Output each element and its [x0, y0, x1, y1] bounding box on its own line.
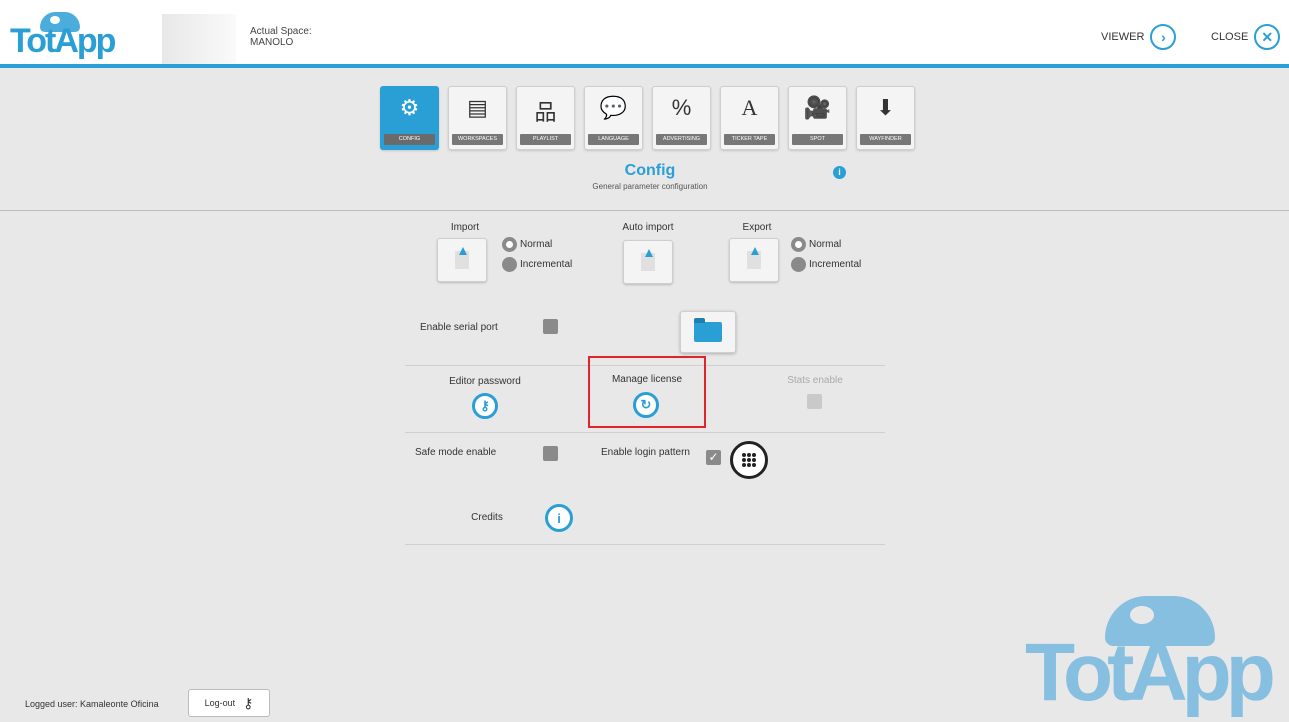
- viewer-button[interactable]: VIEWER ›: [1101, 24, 1177, 50]
- editor-password-label: Editor password: [449, 376, 521, 387]
- text-ticker-icon: A: [741, 95, 758, 120]
- auto-import-label: Auto import: [622, 222, 674, 233]
- export-button[interactable]: [729, 238, 779, 282]
- tab-label: PLAYLIST: [520, 134, 571, 145]
- export-normal-label: Normal: [809, 239, 842, 250]
- highlight-box: [588, 356, 706, 428]
- gear-icon: ⚙: [399, 95, 420, 120]
- tab-wayfinder[interactable]: ⬇ WAYFINDER: [856, 86, 915, 150]
- viewer-label: VIEWER: [1101, 31, 1145, 43]
- logo-eye: [1130, 606, 1154, 624]
- chevron-right-icon: ›: [1150, 24, 1177, 50]
- info-icon[interactable]: i: [545, 504, 573, 532]
- sitemap-icon: 品: [534, 100, 557, 125]
- radio-icon: [791, 257, 806, 272]
- key-icon[interactable]: ⚷: [472, 393, 498, 419]
- watermark-text: TotApp: [1025, 627, 1276, 718]
- tab-label: SPOT: [792, 134, 843, 145]
- tab-label: WAYFINDER: [860, 134, 911, 145]
- film-camera-icon: 🎥: [803, 95, 832, 120]
- import-label: Import: [450, 222, 480, 233]
- tab-playlist[interactable]: 品 PLAYLIST: [516, 86, 575, 150]
- import-incremental-label: Incremental: [520, 259, 573, 270]
- folder-icon: [694, 318, 722, 342]
- logged-user: Logged user: Kamaleonte Oficina: [25, 699, 159, 709]
- divider: [0, 210, 1289, 211]
- stats-enable-checkbox[interactable]: [807, 394, 822, 409]
- serial-port-label: Enable serial port: [420, 322, 498, 333]
- row-divider: [405, 432, 885, 433]
- price-tag-icon: %: [671, 95, 692, 120]
- tab-ticker-tape[interactable]: A TICKER TAPE: [720, 86, 779, 150]
- workspaces-icon: ▤: [467, 95, 488, 120]
- page-title: Config: [624, 162, 676, 179]
- tab-language[interactable]: 💬 LANGUAGE: [584, 86, 643, 150]
- safe-mode-checkbox[interactable]: [543, 446, 558, 461]
- export-incremental-radio[interactable]: Incremental: [791, 257, 861, 272]
- export-icon: [747, 247, 761, 269]
- map-pin-icon: ⬇: [876, 95, 895, 120]
- space-label: Actual Space:: [250, 26, 312, 37]
- pattern-button[interactable]: [730, 441, 768, 479]
- folder-button[interactable]: [680, 311, 736, 353]
- tab-spot[interactable]: 🎥 SPOT: [788, 86, 847, 150]
- space-name: MANOLO: [250, 37, 294, 48]
- page-subtitle: General parameter configuration: [592, 182, 708, 191]
- tab-label: ADVERTISING: [656, 134, 707, 145]
- totapp-watermark-logo: TotApp: [1025, 590, 1289, 722]
- import-incremental-radio[interactable]: Incremental: [502, 257, 572, 272]
- auto-import-icon: [641, 249, 655, 271]
- radio-icon: [791, 237, 806, 252]
- export-label: Export: [742, 222, 772, 233]
- safe-mode-label: Safe mode enable: [415, 447, 497, 458]
- actual-space: Actual Space: MANOLO: [250, 26, 312, 48]
- import-button[interactable]: [437, 238, 487, 282]
- tab-label: LANGUAGE: [588, 134, 639, 145]
- row-divider: [405, 544, 885, 545]
- space-thumbnail: [162, 14, 236, 64]
- login-pattern-checkbox[interactable]: ✓: [706, 450, 721, 465]
- radio-icon: [502, 257, 517, 272]
- import-icon: [455, 247, 469, 269]
- speech-bubble-icon: 💬: [599, 95, 628, 120]
- tab-config[interactable]: ⚙ CONFIG: [380, 86, 439, 150]
- close-icon: ✕: [1254, 24, 1281, 50]
- close-label: CLOSE: [1211, 31, 1249, 43]
- auto-import-button[interactable]: [623, 240, 673, 284]
- stats-enable-label: Stats enable: [787, 375, 843, 386]
- serial-port-checkbox[interactable]: [543, 319, 558, 334]
- tab-label: TICKER TAPE: [724, 134, 775, 145]
- credits-label: Credits: [471, 512, 503, 523]
- key-icon: ⚷: [243, 694, 254, 711]
- import-normal-radio[interactable]: Normal: [502, 237, 552, 252]
- tab-workspaces[interactable]: ▤ WORKSPACES: [448, 86, 507, 150]
- totapp-logo: TotApp: [10, 12, 120, 62]
- tab-label: WORKSPACES: [452, 134, 503, 145]
- tab-label: CONFIG: [384, 134, 435, 145]
- login-pattern-label: Enable login pattern: [601, 447, 690, 458]
- tab-advertising[interactable]: % ADVERTISING: [652, 86, 711, 150]
- top-bar: TotApp Actual Space: MANOLO VIEWER › CLO…: [0, 0, 1289, 68]
- radio-icon: [502, 237, 517, 252]
- import-normal-label: Normal: [520, 239, 553, 250]
- logout-label: Log-out: [204, 698, 236, 708]
- close-button[interactable]: CLOSE ✕: [1211, 24, 1281, 50]
- section-tabs: ⚙ CONFIG ▤ WORKSPACES 品 PLAYLIST 💬 LANGU…: [380, 86, 915, 150]
- logo-text: TotApp: [10, 22, 116, 60]
- export-normal-radio[interactable]: Normal: [791, 237, 841, 252]
- keypad-icon: [742, 453, 756, 467]
- logout-button[interactable]: Log-out ⚷: [188, 689, 270, 717]
- info-icon[interactable]: i: [833, 166, 846, 179]
- export-incremental-label: Incremental: [809, 259, 862, 270]
